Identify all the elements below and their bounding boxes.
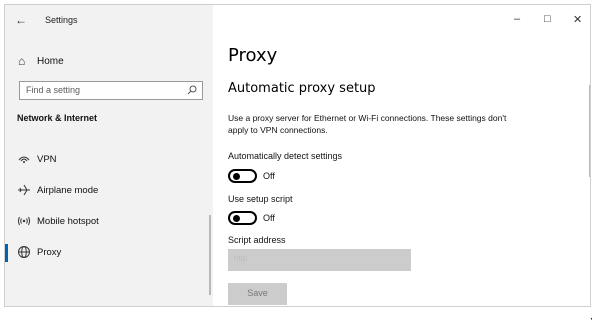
content-scrollbar[interactable] xyxy=(589,85,590,177)
sidebar-item-label: VPN xyxy=(37,154,57,165)
arrow-left-icon[interactable]: ← xyxy=(15,13,27,27)
home-icon: ⌂ xyxy=(18,54,26,68)
toggle-knob xyxy=(233,215,240,222)
sidebar-item-label: Home xyxy=(37,56,64,67)
trailing-mark: , xyxy=(590,311,593,320)
search-input[interactable]: Find a setting xyxy=(19,81,203,100)
section-heading: Network & Internet xyxy=(17,113,98,123)
title-bar: ← Settings xyxy=(5,5,213,35)
save-button-label: Save xyxy=(247,288,268,298)
minimize-icon[interactable]: – xyxy=(514,13,520,25)
sidebar-item-label: Airplane mode xyxy=(37,185,99,196)
script-address-value: http xyxy=(234,254,248,263)
auto-detect-state: Off xyxy=(263,171,275,181)
window-title: Settings xyxy=(45,15,78,25)
setup-script-state: Off xyxy=(263,213,275,223)
sidebar-item-label: Mobile hotspot xyxy=(37,216,99,227)
setup-script-toggle[interactable] xyxy=(228,211,257,225)
sidebar-item-proxy[interactable]: Proxy xyxy=(5,241,213,267)
maximize-icon[interactable]: □ xyxy=(544,13,551,25)
save-button[interactable]: Save xyxy=(228,283,287,305)
hotspot-icon xyxy=(18,216,30,226)
active-indicator xyxy=(5,244,8,262)
sidebar-item-home[interactable]: ⌂ Home xyxy=(5,49,213,75)
sidebar: ← Settings ⌂ Home Find a setting Network… xyxy=(5,5,213,306)
globe-icon xyxy=(18,246,30,258)
sidebar-item-vpn[interactable]: VPN xyxy=(5,148,213,174)
page-title: Proxy xyxy=(228,45,278,66)
main-content: – □ ✕ Proxy Automatic proxy setup Use a … xyxy=(213,5,590,306)
auto-detect-toggle[interactable] xyxy=(228,169,257,183)
airplane-icon xyxy=(18,184,30,196)
script-address-field[interactable]: http xyxy=(228,249,411,271)
sidebar-item-label: Proxy xyxy=(37,247,62,258)
vpn-icon xyxy=(18,156,30,163)
sidebar-scrollbar[interactable] xyxy=(209,215,211,295)
search-placeholder: Find a setting xyxy=(26,85,81,95)
toggle-knob xyxy=(233,173,240,180)
sidebar-item-airplane-mode[interactable]: Airplane mode xyxy=(5,179,213,205)
auto-detect-label: Automatically detect settings xyxy=(228,151,343,161)
close-icon[interactable]: ✕ xyxy=(573,13,582,26)
sidebar-item-mobile-hotspot[interactable]: Mobile hotspot xyxy=(5,210,213,236)
setup-script-label: Use setup script xyxy=(228,194,293,204)
proxy-description: Use a proxy server for Ethernet or Wi-Fi… xyxy=(228,113,507,135)
settings-window: ← Settings ⌂ Home Find a setting Network… xyxy=(4,4,591,307)
section-subheading: Automatic proxy setup xyxy=(228,81,376,96)
script-address-label: Script address xyxy=(228,235,286,245)
search-icon xyxy=(187,85,197,95)
